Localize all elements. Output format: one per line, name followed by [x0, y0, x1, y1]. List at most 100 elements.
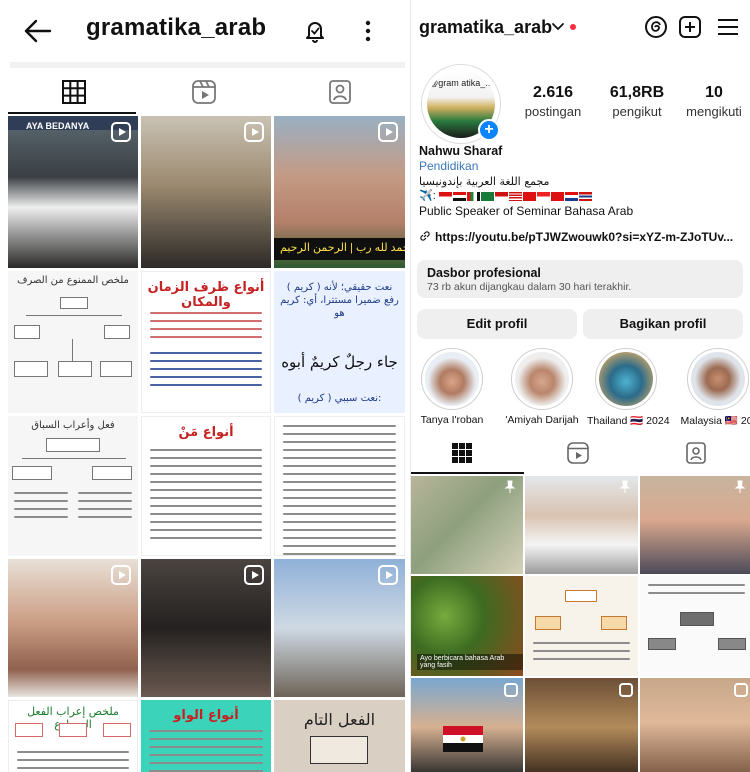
- flag-icon: [564, 192, 578, 201]
- bio-arabic-text: مجمع اللغة العربية بإندونيسيا: [419, 175, 550, 188]
- highlight-item[interactable]: Thailand 🇹🇭 2024: [587, 348, 670, 427]
- post-thumbnail[interactable]: ( كريم ) نعت حقيقي؛ لأنه رفع ضميرا مستتر…: [274, 271, 405, 413]
- post-thumbnail[interactable]: [274, 559, 405, 697]
- tab-reels[interactable]: [186, 74, 222, 110]
- reel-icon: [504, 683, 518, 697]
- tagged-icon: [686, 442, 706, 464]
- post-thumbnail[interactable]: فعل وأعراب السباق: [8, 416, 138, 556]
- diagram-line: [22, 458, 126, 459]
- hamburger-menu-icon[interactable]: [715, 15, 741, 39]
- stat-following[interactable]: 10 mengikuti: [679, 84, 749, 119]
- diagram-node: [92, 466, 132, 480]
- post-thumbnail[interactable]: أنواع الواو: [141, 700, 271, 772]
- post-thumbnail[interactable]: أنواع ظرف الزمان والمكان: [141, 271, 271, 413]
- top-bar: gramatika_arab: [411, 0, 750, 54]
- diagram-node: [565, 590, 597, 602]
- flag-icon: [522, 192, 536, 201]
- post-thumbnail[interactable]: [525, 678, 638, 772]
- egypt-flag-icon: [443, 726, 483, 752]
- diagram-node: [680, 612, 714, 626]
- profile-avatar[interactable]: @gram atika_... +: [421, 64, 501, 144]
- stat-posts[interactable]: 2.616 postingan: [515, 84, 591, 119]
- notification-bell-icon[interactable]: [300, 16, 330, 46]
- tile-heading: أنواع ظرف الزمان والمكان: [147, 280, 265, 310]
- highlight-label: Malaysia 🇲🇾 20.: [680, 415, 750, 427]
- tab-tagged[interactable]: [322, 74, 358, 110]
- post-thumbnail[interactable]: [274, 416, 405, 556]
- bio-link[interactable]: https://youtu.be/pTJWZwouwk0?si=xYZ-m-ZJ…: [419, 230, 749, 244]
- stat-followers[interactable]: 61,8RB pengikut: [597, 84, 677, 119]
- post-thumbnail[interactable]: Ayo berbicara bahasa Arab yang fasih: [411, 576, 523, 676]
- post-thumbnail[interactable]: AYA BEDANYA: [8, 116, 138, 268]
- top-bar: gramatika_arab: [0, 0, 405, 62]
- post-thumbnail[interactable]: ملخص الممنوع من الصرف: [8, 271, 138, 413]
- category-label: Pendidikan: [419, 159, 479, 173]
- text-block: [78, 492, 132, 524]
- arrow-left-icon[interactable]: [22, 16, 54, 46]
- text-block: [17, 751, 129, 772]
- bio-tagline: Public Speaker of Seminar Bahasa Arab: [419, 204, 634, 218]
- post-caption: الحمد لله رب | الرحمن الرحيم: [274, 238, 405, 260]
- post-caption: Ayo berbicara bahasa Arab yang fasih: [417, 654, 523, 670]
- post-thumbnail[interactable]: [141, 559, 271, 697]
- display-name: Nahwu Sharaf: [419, 144, 503, 158]
- post-thumbnail[interactable]: [525, 476, 638, 574]
- flag-icon: [494, 192, 508, 201]
- tab-reels[interactable]: [565, 440, 591, 466]
- tile-heading: أنواع مَنْ: [178, 425, 234, 440]
- active-tab-indicator: [8, 112, 136, 114]
- text-block: [150, 352, 262, 392]
- tile-text: ( كريم ) نعت حقيقي؛ لأنه رفع ضميرا مستتر…: [280, 282, 399, 319]
- add-square-icon[interactable]: [677, 14, 703, 40]
- tab-posts-grid[interactable]: [449, 440, 475, 466]
- tab-tagged[interactable]: [683, 440, 709, 466]
- add-story-icon[interactable]: +: [478, 119, 500, 141]
- dashboard-title: Dasbor profesional: [427, 266, 541, 280]
- post-thumbnail[interactable]: ملخص إعراب الفعل المضارع: [8, 700, 138, 772]
- post-thumbnail[interactable]: [411, 476, 523, 574]
- post-thumbnail[interactable]: [8, 559, 138, 697]
- highlight-item[interactable]: Malaysia 🇲🇾 20.: [679, 348, 750, 427]
- chevron-down-icon[interactable]: [551, 20, 565, 34]
- tab-posts-grid[interactable]: [56, 74, 92, 110]
- post-thumbnail[interactable]: [411, 678, 523, 772]
- post-thumbnail[interactable]: [640, 576, 750, 676]
- pin-icon: [734, 480, 746, 493]
- threads-icon[interactable]: [643, 14, 669, 40]
- reel-icon: [378, 122, 398, 142]
- flag-icon: [578, 192, 592, 201]
- highlight-label: Tanya I'roban: [420, 414, 484, 426]
- post-thumbnail[interactable]: [525, 576, 638, 676]
- more-vertical-icon[interactable]: [360, 16, 376, 46]
- diagram-node: [104, 325, 130, 339]
- post-thumbnail[interactable]: الفعل التام: [274, 700, 405, 772]
- stat-following-value: 10: [705, 84, 723, 101]
- highlight-cover: [421, 348, 483, 410]
- highlight-item[interactable]: Tanya I'roban: [413, 348, 491, 426]
- highlight-label: 'Amiyah Darijah: [505, 414, 579, 426]
- diagram-node: [601, 616, 627, 630]
- tile-text: جاء رجلٌ كريمٌ أبوه: [281, 353, 398, 371]
- content-tabs: [0, 68, 405, 116]
- share-profile-button[interactable]: Bagikan profil: [583, 309, 743, 339]
- post-thumbnail[interactable]: أنواع مَنْ: [141, 416, 271, 556]
- posts-grid: AYA BEDANYA الحمد لله رب | الرحمن الرحيم…: [8, 116, 405, 772]
- diagram-node: [310, 736, 368, 764]
- post-thumbnail[interactable]: الحمد لله رب | الرحمن الرحيم: [274, 116, 405, 268]
- flag-icon: [550, 192, 564, 201]
- tile-heading: فعل وأعراب السباق: [31, 420, 115, 431]
- reel-icon: [619, 683, 633, 697]
- highlight-item[interactable]: 'Amiyah Darijah: [503, 348, 581, 426]
- reel-icon: [244, 122, 264, 142]
- edit-profile-button[interactable]: Edit profil: [417, 309, 577, 339]
- stat-posts-value: 2.616: [532, 84, 574, 101]
- post-thumbnail[interactable]: [640, 678, 750, 772]
- flag-icon: [452, 192, 466, 201]
- post-thumbnail[interactable]: [141, 116, 271, 268]
- post-thumbnail[interactable]: [640, 476, 750, 574]
- highlight-cover: [687, 348, 749, 410]
- bio-flags-row: ✈️:: [419, 189, 747, 204]
- professional-dashboard[interactable]: Dasbor profesional 73 rb akun dijangkau …: [417, 260, 743, 298]
- active-tab-indicator: [411, 472, 524, 474]
- account-username[interactable]: gramatika_arab: [419, 17, 552, 38]
